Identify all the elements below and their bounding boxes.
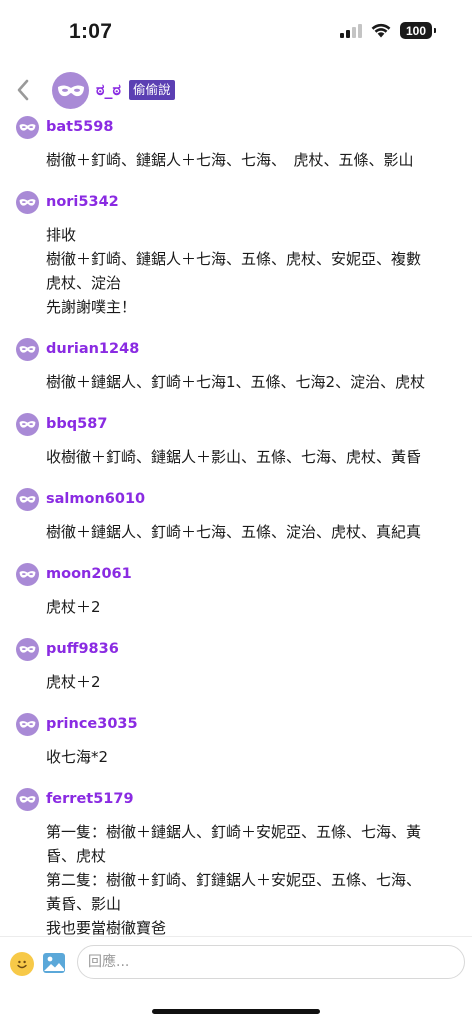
poster-name[interactable]: ಠ_ಠ xyxy=(96,80,121,100)
comment-text: 虎杖＋2 xyxy=(46,595,466,619)
commenter-name[interactable]: salmon6010 xyxy=(46,491,145,507)
reply-input[interactable] xyxy=(77,945,465,979)
commenter-avatar[interactable] xyxy=(16,191,39,214)
commenter-name[interactable]: moon2061 xyxy=(46,566,132,582)
mask-icon xyxy=(19,646,36,653)
comment-line: 虎杖＋2 xyxy=(46,598,101,616)
comment-line: 先謝謝噗主！ xyxy=(46,298,137,316)
secret-badge: 偷偷說 xyxy=(129,80,175,100)
mask-icon xyxy=(19,571,36,578)
mask-icon xyxy=(19,124,36,131)
comment-line: 我也要當樹徹寶爸 xyxy=(46,919,167,935)
mask-icon xyxy=(19,796,36,803)
commenter-avatar[interactable] xyxy=(16,413,39,436)
commenter-avatar[interactable] xyxy=(16,563,39,586)
smiley-icon xyxy=(17,960,27,969)
commenter-name[interactable]: ferret5179 xyxy=(46,791,134,807)
comment-text: 樹徹＋釘崎、鏈鋸人＋七海、七海、 虎杖、五條、影山 xyxy=(46,148,466,172)
commenter-avatar[interactable] xyxy=(16,788,39,811)
comment-text: 收七海*2 xyxy=(46,745,466,769)
comment-line: 收七海*2 xyxy=(46,748,109,766)
comment-line: 樹徹＋釘崎、鏈鋸人＋七海、七海、 虎杖、五條、影山 xyxy=(46,151,414,169)
comment-line: 樹徹＋鏈鋸人、釘崎＋七海1、五條、七海2、淀治、虎杖 xyxy=(46,373,426,391)
commenter-name[interactable]: bbq587 xyxy=(46,416,107,432)
mask-icon xyxy=(19,346,36,353)
commenter-avatar[interactable] xyxy=(16,338,39,361)
mask-icon xyxy=(19,199,36,206)
poster-avatar[interactable] xyxy=(52,72,89,109)
comment-line: 虎杖、淀治 xyxy=(46,274,122,292)
commenter-avatar[interactable] xyxy=(16,713,39,736)
commenter-name[interactable]: nori5342 xyxy=(46,194,119,210)
comment-line: 黃昏、影山 xyxy=(46,895,122,913)
comment-list[interactable]: bat5598 樹徹＋釘崎、鏈鋸人＋七海、七海、 虎杖、五條、影山 nori5342… xyxy=(0,116,472,935)
cellular-signal-icon xyxy=(340,23,362,38)
comment-line: 第一隻：樹徹＋鏈鋸人、釘崎＋安妮亞、五條、七海、黃 xyxy=(46,823,422,841)
wifi-icon xyxy=(371,23,391,38)
reply-bar xyxy=(0,936,472,991)
mask-icon xyxy=(57,84,84,96)
comment-text: 樹徹＋鏈鋸人、釘崎＋七海1、五條、七海2、淀治、虎杖 xyxy=(46,370,466,394)
status-time: 1:07 xyxy=(69,20,113,43)
commenter-name[interactable]: puff9836 xyxy=(46,641,119,657)
chevron-left-icon xyxy=(17,79,29,101)
mask-icon xyxy=(19,496,36,503)
image-icon[interactable] xyxy=(42,952,66,974)
comment-text: 我也要當樹徹寶爸 xyxy=(46,916,466,935)
comment-text: 第一隻：樹徹＋鏈鋸人、釘崎＋安妮亞、五條、七海、黃 昏、虎杖第二隻：樹徹＋釘崎、釘… xyxy=(46,820,466,916)
commenter-avatar[interactable] xyxy=(16,638,39,661)
commenter-name[interactable]: bat5598 xyxy=(46,119,113,135)
comment-line: 昏、虎杖 xyxy=(46,847,107,865)
mask-icon xyxy=(19,421,36,428)
comment-line: 樹徹＋鏈鋸人、釘崎＋七海、五條、淀治、虎杖、真紀真 xyxy=(46,523,422,541)
comment-text: 收樹徹＋釘崎、鏈鋸人＋影山、五條、七海、虎杖、黃昏 xyxy=(46,445,466,469)
status-icons: 100 xyxy=(340,22,436,39)
comment-line: 第二隻：樹徹＋釘崎、釘鏈鋸人＋安妮亞、五條、七海、 xyxy=(46,871,422,889)
commenter-name[interactable]: durian1248 xyxy=(46,341,139,357)
thread-header: ಠ_ಠ 偷偷說 xyxy=(0,64,472,116)
status-bar: 1:07 100 xyxy=(0,0,472,64)
commenter-avatar[interactable] xyxy=(16,116,39,139)
comment-line: 虎杖＋2 xyxy=(46,673,101,691)
comment-line: 樹徹＋釘崎、鏈鋸人＋七海、五條、虎杖、安妮亞、複數 xyxy=(46,250,422,268)
comment-line: 排收 xyxy=(46,226,77,244)
back-button[interactable] xyxy=(10,77,36,103)
battery-icon: 100 xyxy=(400,22,436,39)
mask-icon xyxy=(19,721,36,728)
commenter-avatar[interactable] xyxy=(16,488,39,511)
comment-text: 樹徹＋鏈鋸人、釘崎＋七海、五條、淀治、虎杖、真紀真 xyxy=(46,520,466,544)
comment-text: 虎杖＋2 xyxy=(46,670,466,694)
comment-line: 收樹徹＋釘崎、鏈鋸人＋影山、五條、七海、虎杖、黃昏 xyxy=(46,448,422,466)
commenter-name[interactable]: prince3035 xyxy=(46,716,138,732)
home-indicator xyxy=(152,1009,320,1014)
emoji-button[interactable] xyxy=(10,952,34,976)
comment-text: 排收樹徹＋釘崎、鏈鋸人＋七海、五條、虎杖、安妮亞、複數 虎杖、淀治先謝謝噗主！ xyxy=(46,223,466,319)
